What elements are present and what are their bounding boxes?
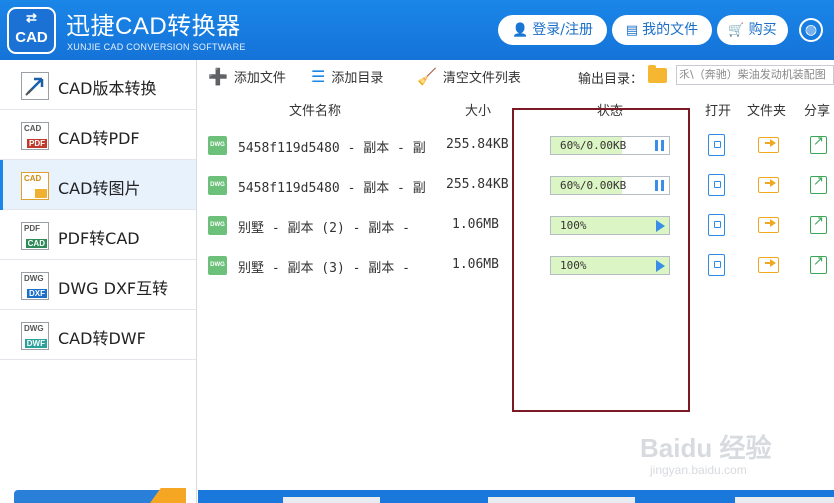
globe-icon[interactable]: ◍ [799, 18, 823, 42]
highlight-annotation-frame [512, 108, 690, 412]
icon-bottom-text: DXF [27, 289, 47, 298]
share-icon[interactable] [810, 174, 827, 194]
logo-arrows-icon: ⇄ [26, 10, 37, 25]
icon-bottom-text: DWF [24, 339, 47, 348]
sidebar-item-cad-to-dwf[interactable]: DWG DWF CAD转DWF [0, 310, 196, 360]
dwg-file-icon: DWG [208, 256, 227, 275]
sidebar-item-label: CAD转DWF [58, 329, 146, 348]
plus-icon: ➕ [208, 67, 228, 86]
status-bar [198, 490, 834, 503]
file-name: 别墅 - 副本 (2) - 副本 - [238, 221, 410, 236]
list-icon: ☰ [311, 67, 326, 86]
app-subtitle: XUNJIE CAD CONVERSION SOFTWARE [67, 42, 246, 52]
sidebar: CAD版本转换 CAD PDF CAD转PDF CAD CAD转图片 PDF C… [0, 60, 197, 503]
column-header-open: 打开 [705, 104, 732, 119]
login-label: 登录/注册 [532, 22, 593, 38]
share-icon[interactable] [810, 254, 827, 274]
output-dir-label: 输出目录： [578, 72, 644, 87]
my-files-label: 我的文件 [642, 22, 699, 38]
cart-icon: 🛒 [728, 23, 745, 38]
sidebar-item-label: CAD转图片 [58, 179, 141, 198]
sidebar-item-cad-to-pdf[interactable]: CAD PDF CAD转PDF [0, 110, 196, 160]
add-directory-label: 添加目录 [331, 71, 384, 86]
file-size: 1.06MB [452, 257, 499, 272]
file-size: 255.84KB [446, 177, 508, 192]
broom-icon: 🧹 [417, 67, 437, 86]
icon-bottom-text: CAD [25, 239, 47, 248]
file-name: 5458f119d5480 - 副本 - 副 [238, 141, 426, 156]
buy-label: 购买 [748, 22, 777, 38]
user-icon: 👤 [512, 23, 529, 38]
sidebar-item-label: PDF转CAD [58, 229, 140, 248]
cad-to-dwf-icon: DWG DWF [21, 322, 49, 350]
app-title: 迅捷CAD转换器 [66, 13, 241, 40]
add-directory-button[interactable]: ☰ 添加目录 [311, 67, 383, 86]
open-folder-icon[interactable] [758, 217, 779, 233]
baidu-watermark: Baidu 经验 [640, 433, 772, 463]
sidebar-item-cad-to-image[interactable]: CAD CAD转图片 [0, 160, 196, 210]
open-folder-icon[interactable] [758, 177, 779, 193]
login-button[interactable]: 👤 登录/注册 [498, 15, 607, 45]
sidebar-item-dwg-dxf[interactable]: DWG DXF DWG DXF互转 [0, 260, 196, 310]
open-file-icon[interactable] [708, 214, 725, 236]
output-path-field[interactable]: 乑\（奔驰）柴油发动机装配图 [676, 65, 834, 85]
dwg-file-icon: DWG [208, 216, 227, 235]
cad-to-image-icon: CAD [21, 172, 49, 200]
clear-list-label: 清空文件列表 [442, 71, 521, 86]
buy-button[interactable]: 🛒 购买 [717, 15, 788, 45]
file-name: 别墅 - 副本 (3) - 副本 - [238, 261, 410, 276]
cad-version-icon [21, 72, 49, 100]
toolbar: ➕ 添加文件 ☰ 添加目录 🧹 清空文件列表 输出目录： 乑\（奔驰）柴油发动机装配图 [198, 60, 834, 92]
sidebar-item-label: CAD转PDF [58, 129, 140, 148]
add-file-label: 添加文件 [233, 71, 286, 86]
app-logo: ⇄ CAD [7, 7, 56, 54]
sidebar-item-cad-version[interactable]: CAD版本转换 [0, 60, 196, 110]
sidebar-item-label: CAD版本转换 [58, 79, 157, 98]
baidu-watermark-url: jingyan.baidu.com [650, 463, 747, 477]
icon-top-text: DWG [24, 274, 44, 283]
file-size: 255.84KB [446, 137, 508, 152]
icon-bottom-text: PDF [27, 139, 47, 148]
folder-icon[interactable] [648, 65, 667, 83]
cad-to-pdf-icon: CAD PDF [21, 122, 49, 150]
icon-top-text: PDF [24, 224, 40, 233]
sidebar-item-label: DWG DXF互转 [58, 279, 169, 298]
icon-top-text: CAD [24, 124, 42, 133]
app-header: ⇄ CAD 迅捷CAD转换器 XUNJIE CAD CONVERSION SOF… [0, 0, 834, 60]
file-size: 1.06MB [452, 217, 499, 232]
status-bar-segment [488, 497, 635, 503]
sidebar-item-pdf-to-cad[interactable]: PDF CAD PDF转CAD [0, 210, 196, 260]
logo-text: CAD [15, 29, 48, 46]
column-header-name: 文件名称 [289, 104, 342, 119]
column-header-folder: 文件夹 [747, 104, 787, 119]
my-files-button[interactable]: ▤ 我的文件 [612, 15, 712, 45]
status-bar-segment [735, 497, 834, 503]
file-name: 5458f119d5480 - 副本 - 副 [238, 181, 426, 196]
status-bar-segment [283, 497, 380, 503]
open-file-icon[interactable] [708, 134, 725, 156]
open-folder-icon[interactable] [758, 257, 779, 273]
pdf-to-cad-icon: PDF CAD [21, 222, 49, 250]
image-thumb-icon [35, 189, 47, 198]
open-file-icon[interactable] [708, 174, 725, 196]
add-file-button[interactable]: ➕ 添加文件 [208, 67, 286, 86]
share-icon[interactable] [810, 134, 827, 154]
icon-top-text: DWG [24, 324, 44, 333]
open-folder-icon[interactable] [758, 137, 779, 153]
dwg-dxf-icon: DWG DXF [21, 272, 49, 300]
dwg-file-icon: DWG [208, 176, 227, 195]
clear-list-button[interactable]: 🧹 清空文件列表 [417, 67, 521, 86]
share-icon[interactable] [810, 214, 827, 234]
column-header-share: 分享 [804, 104, 831, 119]
open-file-icon[interactable] [708, 254, 725, 276]
dwg-file-icon: DWG [208, 136, 227, 155]
icon-top-text: CAD [24, 174, 42, 183]
column-header-size: 大小 [465, 104, 492, 119]
document-icon: ▤ [625, 23, 639, 38]
